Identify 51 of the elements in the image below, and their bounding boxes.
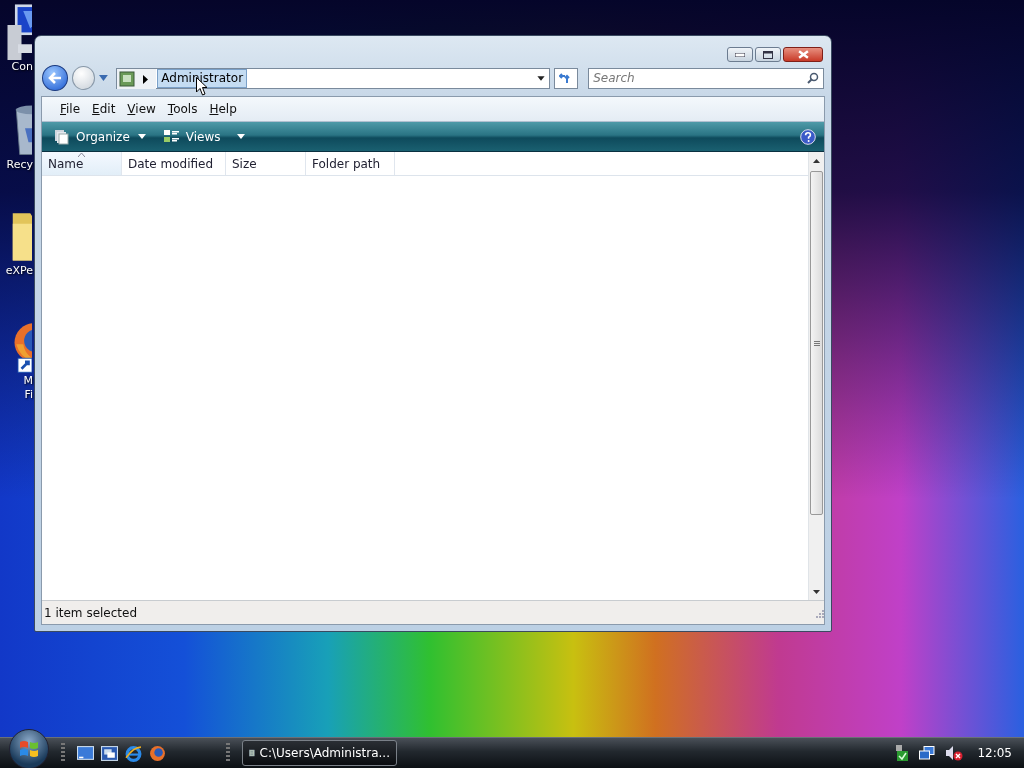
- up-arrow-icon[interactable]: [813, 158, 820, 163]
- dropdown-caret-icon: [236, 134, 245, 139]
- menu-item[interactable]: Help: [203, 102, 243, 116]
- resize-grip-icon: [814, 607, 824, 618]
- menu-item[interactable]: File: [54, 102, 87, 116]
- search-icon[interactable]: [807, 71, 819, 84]
- menu-item[interactable]: Edit: [86, 102, 122, 116]
- pages-icon: [54, 128, 70, 145]
- dropdown-caret-icon: [137, 134, 146, 139]
- icon-label: Recy: [6, 158, 33, 172]
- taskbar-button[interactable]: C:\Users\Administra...: [242, 740, 397, 766]
- document-icon: [249, 746, 255, 760]
- minimize-button[interactable]: [727, 47, 753, 62]
- desktop-icon[interactable]: [77, 745, 94, 761]
- scroll-thumb[interactable]: [810, 171, 823, 515]
- icon-label: M: [23, 374, 33, 388]
- maximize-button[interactable]: [755, 47, 781, 62]
- menu-item[interactable]: Tools: [161, 102, 204, 116]
- minimize-icon: [735, 52, 745, 57]
- breadcrumb[interactable]: Administrator: [157, 68, 248, 88]
- clock: 12:05: [977, 746, 1012, 760]
- grip-icon: [813, 340, 820, 346]
- shield-check-icon[interactable]: [895, 745, 910, 761]
- help-icon[interactable]: [800, 128, 816, 145]
- views-icon: [163, 128, 180, 145]
- icon-label: eXPe: [5, 264, 33, 278]
- location-icon[interactable]: [117, 68, 158, 90]
- browser-e-icon[interactable]: [125, 744, 142, 762]
- menu-item[interactable]: View: [121, 102, 162, 116]
- column-header[interactable]: Name: [42, 152, 122, 175]
- network-icon[interactable]: [919, 745, 936, 761]
- back-button[interactable]: [42, 65, 68, 91]
- toolbar-button[interactable]: Organize: [50, 126, 150, 147]
- scrollbar[interactable]: [808, 152, 824, 600]
- maximize-icon: [763, 50, 773, 59]
- address-bar[interactable]: Administrator: [116, 67, 551, 89]
- speaker-muted-icon[interactable]: [945, 745, 964, 761]
- refresh-button[interactable]: [554, 67, 579, 89]
- start-button[interactable]: [9, 729, 49, 768]
- status-text: 1 item selected: [44, 605, 139, 620]
- fox-globe-icon[interactable]: [149, 744, 166, 762]
- icon-label: Fi: [24, 388, 33, 402]
- windows-flag-icon: [19, 739, 39, 759]
- icon-label: Con: [11, 60, 33, 74]
- search-field[interactable]: Search: [588, 67, 824, 89]
- down-arrow-icon[interactable]: [813, 589, 820, 594]
- windows-switch-icon[interactable]: [101, 745, 118, 761]
- left-arrow-icon: [47, 72, 62, 84]
- toolbar-button[interactable]: Views: [159, 126, 249, 147]
- close-button[interactable]: [783, 47, 823, 62]
- close-icon: [797, 50, 809, 59]
